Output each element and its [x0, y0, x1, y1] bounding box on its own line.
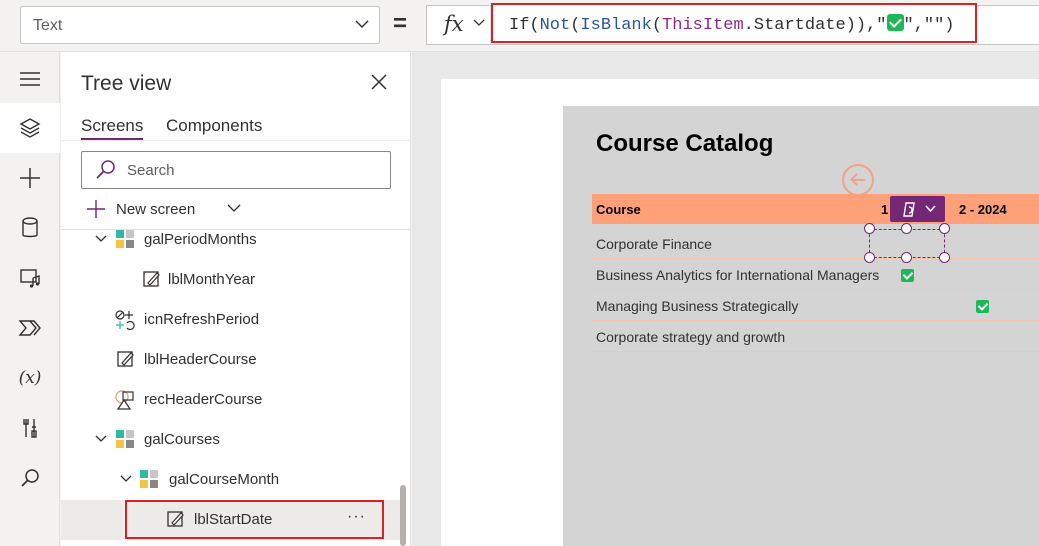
chevron-down-icon [473, 19, 485, 26]
tree-item-galcoursemonth[interactable]: galCourseMonth [61, 460, 401, 500]
close-icon[interactable] [370, 73, 388, 91]
course-row[interactable]: Business Analytics for International Man… [592, 259, 1039, 290]
shape-icon [115, 390, 134, 410]
search-icon[interactable] [0, 453, 60, 503]
property-dropdown[interactable]: Text [20, 6, 380, 44]
resize-handle[interactable] [939, 252, 950, 263]
tree-scrollbar[interactable] [400, 485, 406, 546]
icon-control-icon [115, 310, 135, 331]
resize-handle[interactable] [939, 223, 950, 234]
app-screen: Course Catalog Course 1 2 - 2024 Corpora… [563, 106, 1039, 546]
copilot-icon [903, 202, 915, 217]
chevron-down-icon [95, 435, 107, 442]
formula-bar: Text = fx If(Not(IsBlank(ThisItem.Startd… [0, 0, 1039, 52]
tools-icon[interactable] [0, 403, 60, 453]
check-mark-emoji-icon [886, 14, 904, 31]
resize-handle[interactable] [901, 252, 912, 263]
gallery-icon [116, 430, 134, 448]
media-icon[interactable] [0, 253, 60, 303]
formula-text: If(Not(IsBlank(ThisItem.Startdate))," ","… [509, 14, 955, 35]
check-icon [976, 300, 989, 313]
course-row[interactable]: Managing Business Strategically [592, 290, 1039, 321]
formula-input[interactable]: If(Not(IsBlank(ThisItem.Startdate))," ","… [491, 3, 977, 43]
variables-icon[interactable]: (x) [0, 353, 60, 403]
tree-item-lblmonthyear[interactable]: lblMonthYear [61, 260, 401, 300]
tree-view-title: Tree view [81, 72, 172, 95]
menu-icon[interactable] [0, 54, 60, 104]
refresh-icon[interactable] [842, 164, 874, 196]
chevron-down-icon [925, 205, 936, 212]
course-name: Corporate strategy and growth [596, 329, 786, 345]
search-input[interactable]: Search [81, 151, 391, 189]
data-icon[interactable] [0, 203, 60, 253]
chevron-down-icon [227, 204, 241, 212]
label-icon [143, 271, 160, 287]
tree-item-icnrefreshperiod[interactable]: icnRefreshPeriod [61, 300, 401, 340]
tab-screens[interactable]: Screens [81, 116, 144, 140]
tree-item-recheadercourse[interactable]: recHeaderCourse [61, 380, 401, 420]
fx-button[interactable]: fx [427, 6, 491, 44]
canvas-area: Course Catalog Course 1 2 - 2024 Corpora… [412, 52, 1039, 546]
tree-item-galperiodmonths[interactable]: galPeriodMonths [61, 220, 401, 260]
page-title[interactable]: Course Catalog [596, 130, 773, 158]
check-icon [901, 269, 914, 282]
search-placeholder: Search [127, 162, 175, 179]
layers-icon[interactable] [0, 103, 60, 153]
tree-item-galcourses[interactable]: galCourses [61, 420, 401, 460]
gallery-icon [140, 470, 158, 488]
screen-canvas: Course Catalog Course 1 2 - 2024 Corpora… [441, 79, 1039, 546]
course-name: Business Analytics for International Man… [596, 267, 880, 283]
resize-handle[interactable] [901, 223, 912, 234]
chevron-down-icon [120, 475, 132, 482]
chevron-down-icon [355, 20, 369, 28]
label-icon [117, 351, 134, 367]
power-automate-icon[interactable] [0, 303, 60, 353]
header-month-1[interactable]: 1 [881, 202, 888, 217]
new-screen-label: New screen [116, 201, 196, 218]
highlight-box [125, 500, 384, 539]
chevron-down-icon [95, 235, 107, 242]
course-name: Managing Business Strategically [596, 298, 799, 314]
tree-view-panel: Tree view Screens Components Search New … [61, 52, 411, 546]
course-header: Course 1 2 - 2024 [592, 194, 1039, 224]
insert-icon[interactable] [0, 153, 60, 203]
header-course[interactable]: Course [596, 202, 641, 217]
copilot-button[interactable] [890, 196, 945, 222]
tree-item-lblheadercourse[interactable]: lblHeaderCourse [61, 340, 401, 380]
resize-handle[interactable] [864, 223, 875, 234]
course-row[interactable]: Corporate strategy and growth [592, 321, 1039, 352]
header-month-2[interactable]: 2 - 2024 [959, 202, 1007, 217]
resize-handle[interactable] [864, 252, 875, 263]
tab-divider [61, 140, 411, 141]
equals-sign: = [393, 10, 408, 37]
fx-icon: fx [444, 12, 464, 36]
tab-components[interactable]: Components [166, 116, 262, 136]
course-row[interactable]: Corporate Finance [592, 228, 1039, 259]
plus-icon [87, 200, 105, 218]
left-rail: (x) [0, 52, 60, 546]
search-icon [96, 160, 115, 179]
property-value: Text [33, 17, 63, 34]
gallery-icon [116, 230, 134, 248]
course-name: Corporate Finance [596, 236, 712, 252]
